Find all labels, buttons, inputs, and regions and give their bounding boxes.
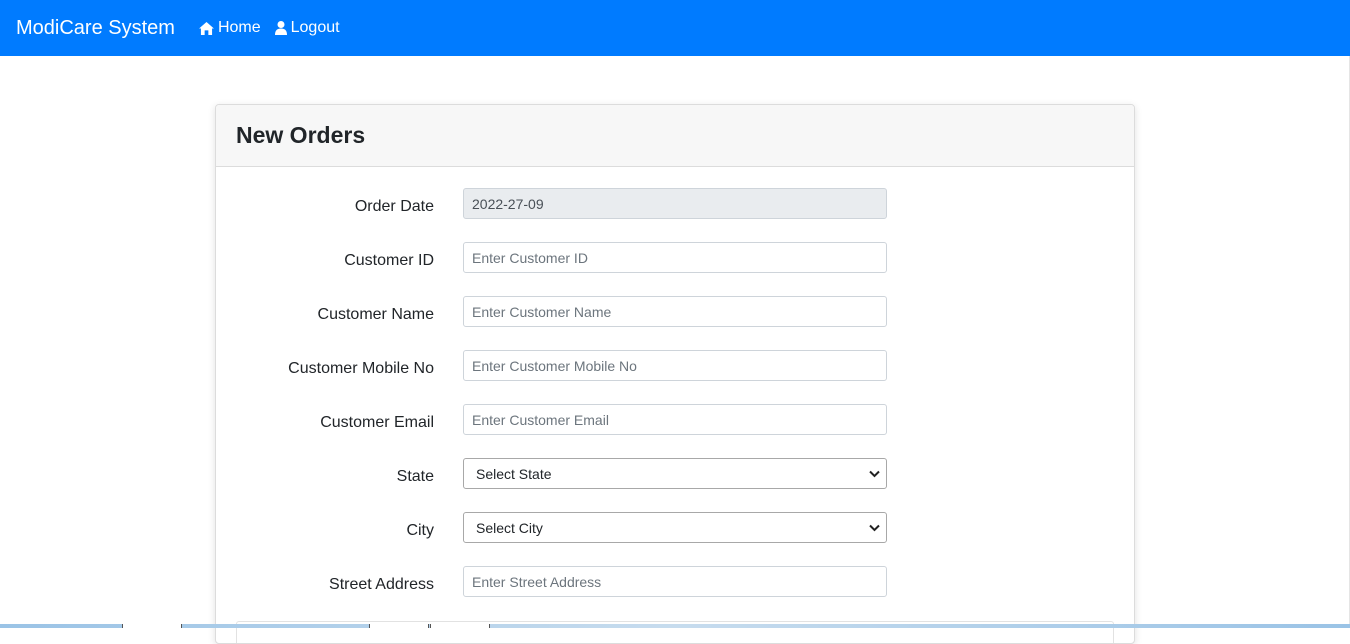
nav-logout-link[interactable]: Logout xyxy=(274,19,340,37)
city-select-value: Select City xyxy=(476,519,543,536)
customer-email-input[interactable] xyxy=(463,404,887,435)
nav-home-label: Home xyxy=(217,19,261,36)
card-header: New Orders xyxy=(216,105,1134,167)
state-select-value: Select State xyxy=(476,465,552,482)
state-row: State Select State xyxy=(216,458,1134,489)
city-row: City Select City xyxy=(216,512,1134,543)
card-title: New Orders xyxy=(236,122,366,148)
chevron-down-icon xyxy=(869,470,880,477)
state-select[interactable]: Select State xyxy=(463,458,887,489)
brand-title[interactable]: ModiCare System xyxy=(16,17,175,40)
top-navbar: ModiCare System Home Logout xyxy=(0,0,1350,56)
taskbar-item[interactable] xyxy=(122,624,182,628)
user-icon xyxy=(274,21,287,35)
order-date-row: Order Date xyxy=(216,188,1134,219)
street-address-input[interactable] xyxy=(463,566,887,597)
customer-name-input[interactable] xyxy=(463,296,887,327)
state-label: State xyxy=(396,468,434,485)
chevron-down-icon xyxy=(869,524,880,531)
order-date-field xyxy=(463,188,887,219)
city-label: City xyxy=(406,522,434,539)
customer-mobile-input[interactable] xyxy=(463,350,887,381)
home-icon xyxy=(199,21,214,35)
customer-name-label: Customer Name xyxy=(317,306,434,323)
city-select[interactable]: Select City xyxy=(463,512,887,543)
taskbar-edge xyxy=(0,624,1350,628)
nav-logout-label: Logout xyxy=(290,19,340,36)
street-address-row: Street Address xyxy=(216,566,1134,597)
nav-home-link[interactable]: Home xyxy=(199,19,261,37)
customer-mobile-label: Customer Mobile No xyxy=(288,360,434,377)
customer-name-row: Customer Name xyxy=(216,296,1134,327)
customer-mobile-row: Customer Mobile No xyxy=(216,350,1134,381)
street-address-label: Street Address xyxy=(329,576,434,593)
taskbar-item[interactable] xyxy=(369,624,429,628)
customer-id-label: Customer ID xyxy=(344,252,434,269)
taskbar-item[interactable] xyxy=(430,624,490,628)
customer-email-row: Customer Email xyxy=(216,404,1134,435)
customer-id-input[interactable] xyxy=(463,242,887,273)
customer-id-row: Customer ID xyxy=(216,242,1134,273)
new-orders-card: New Orders Order Date Customer ID Custom… xyxy=(215,104,1135,644)
customer-email-label: Customer Email xyxy=(320,414,434,431)
order-date-label: Order Date xyxy=(354,198,434,215)
